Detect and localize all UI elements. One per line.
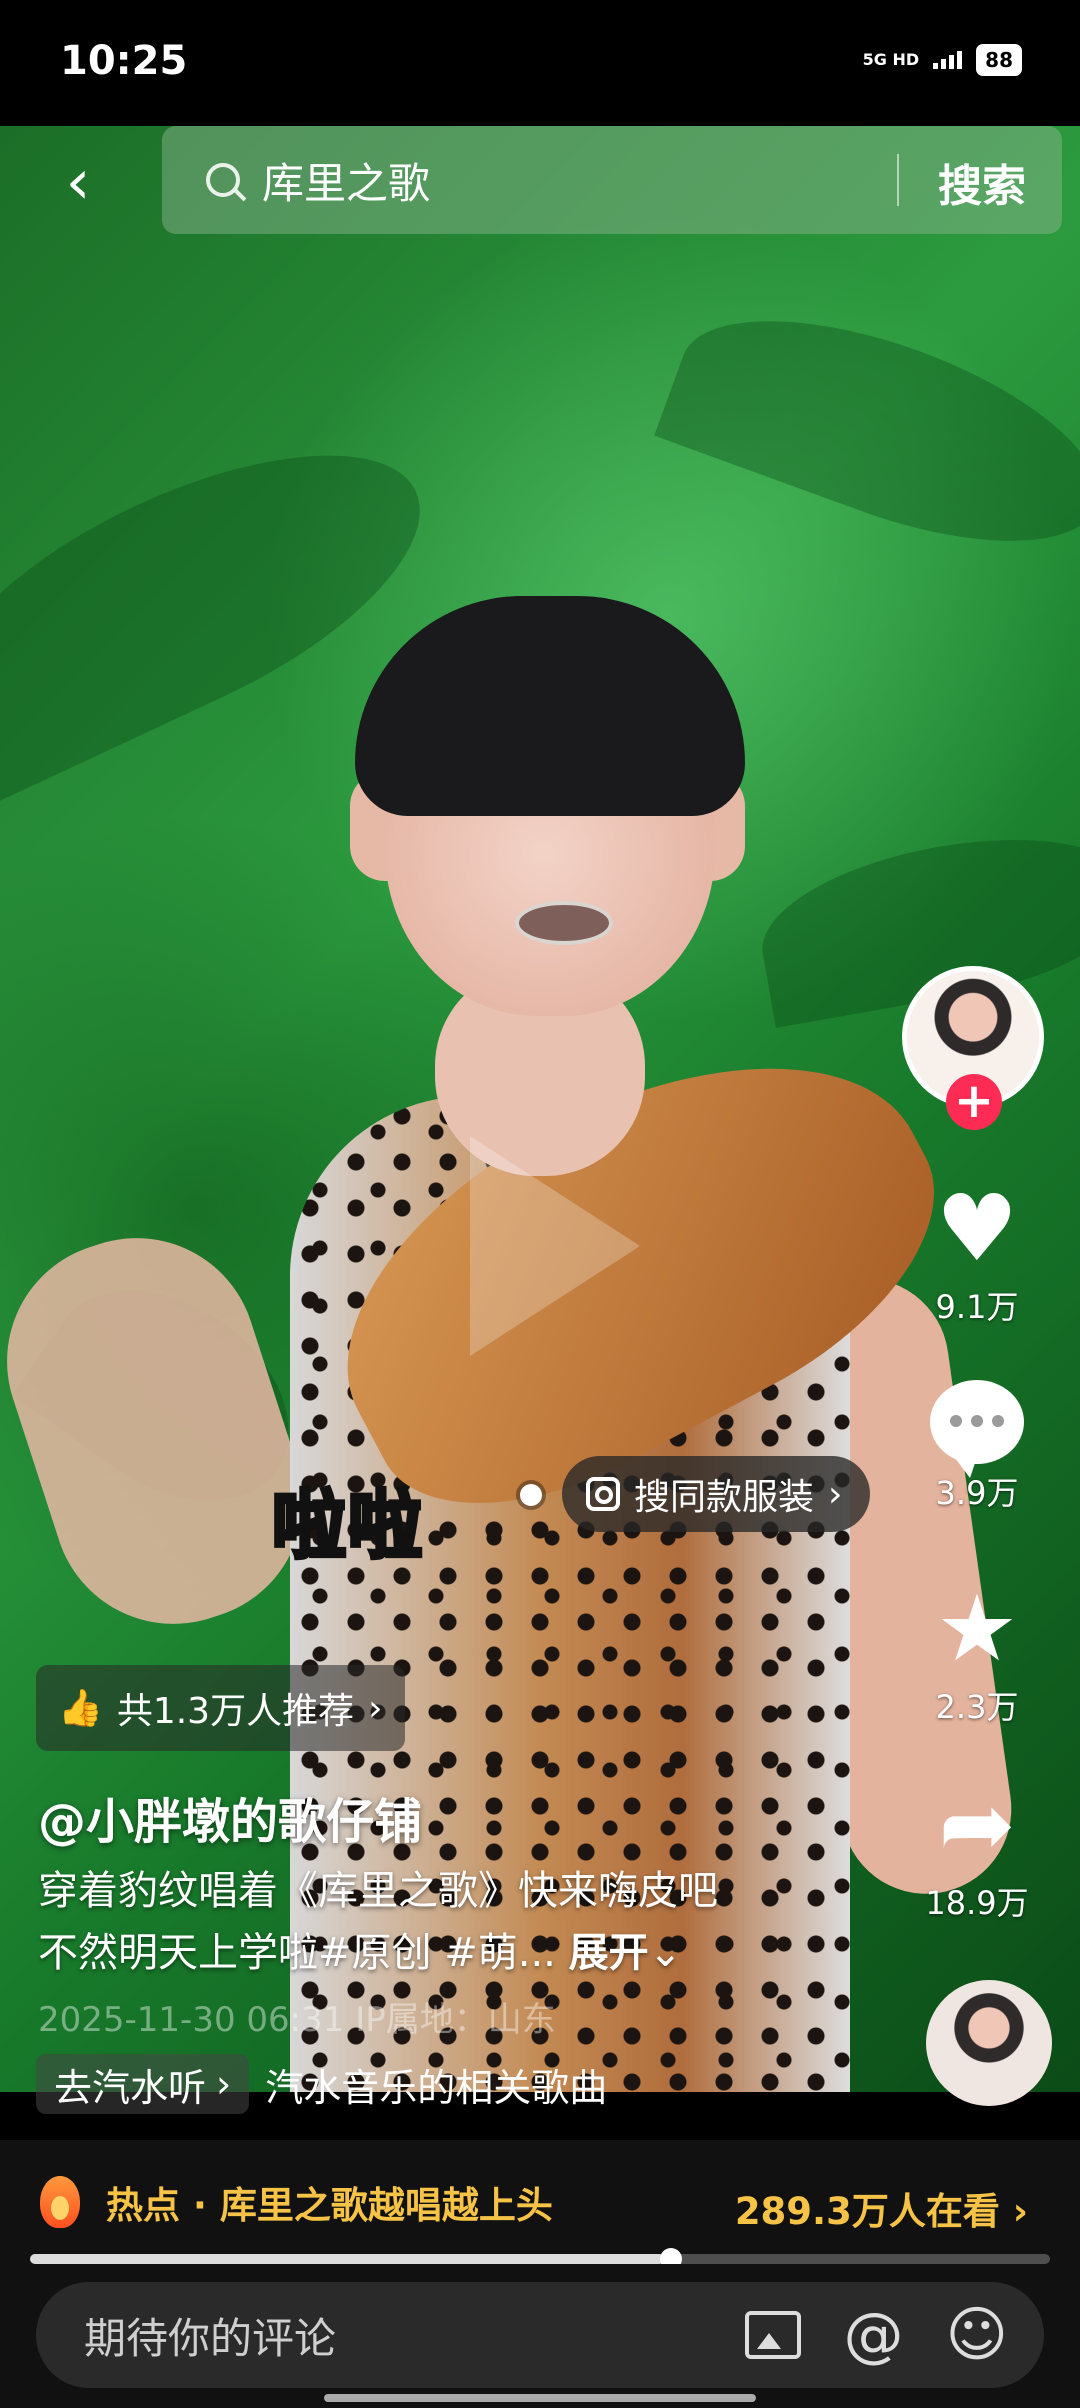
mention-icon[interactable]: @ [843, 2305, 903, 2365]
comment-icon [930, 1380, 1024, 1478]
network-label: 5G HD [862, 50, 920, 69]
follow-button[interactable]: + [946, 1074, 1002, 1130]
music-chip-label: 去汽水听 [54, 2065, 207, 2110]
flame-icon [40, 2176, 80, 2228]
video-progress-bar[interactable] [30, 2248, 1050, 2270]
music-row[interactable]: 去汽水听 › 汽水音乐的相关歌曲 [36, 2054, 607, 2114]
recommend-label: 共1.3万人推荐 [116, 1691, 355, 1732]
comment-tools: @ ☺ [745, 2300, 1008, 2370]
heart-icon: ♥ [935, 1175, 1019, 1282]
ip-location: IP属地：山东 [355, 2000, 556, 2040]
comment-button[interactable]: 3.9万 [902, 1380, 1052, 1514]
chevron-right-icon: › [1012, 2190, 1028, 2233]
search-query: 库里之歌 [262, 158, 431, 208]
comment-input[interactable]: 期待你的评论 @ ☺ [36, 2282, 1044, 2388]
hair [355, 596, 745, 816]
like-button[interactable]: ♥ 9.1万 [902, 1180, 1052, 1328]
left-arm [0, 1206, 335, 1656]
play-overlay-icon[interactable] [470, 1136, 640, 1356]
music-title: 汽水音乐的相关歌曲 [265, 2065, 608, 2110]
signal-icon [933, 51, 963, 69]
hot-topic-label: 热点 · 库里之歌越唱越上头 [106, 2184, 553, 2227]
status-icons: 5G HD 88 [863, 44, 1022, 76]
back-button[interactable]: ‹ [48, 145, 108, 218]
favorite-count: 2.3万 [935, 1688, 1019, 1726]
comment-placeholder: 期待你的评论 [84, 2313, 337, 2363]
video-description[interactable]: 穿着豹纹唱着《库里之歌》快来嗨皮吧 不然明天上学啦#原创 #萌... 展开⌄ [38, 1860, 818, 1984]
recommend-chip[interactable]: 👍 共1.3万人推荐 › [36, 1665, 405, 1751]
share-count: 18.9万 [925, 1884, 1029, 1922]
home-indicator [324, 2394, 756, 2402]
status-bar: 10:25 5G HD 88 [0, 0, 1080, 126]
chevron-right-icon: › [216, 2062, 232, 2106]
chevron-right-icon: › [828, 1473, 843, 1515]
shop-tag-label: 搜同款服装 [634, 1477, 815, 1518]
author-name[interactable]: @小胖墩的歌仔铺 [38, 1782, 422, 1852]
same-outfit-search-button[interactable]: 搜同款服装 › [562, 1456, 871, 1532]
description-line-2: 不然明天上学啦#原创 #萌... [38, 1930, 556, 1976]
status-time: 10:25 [60, 38, 188, 84]
back-arrow-icon: ‹ [65, 145, 91, 218]
image-icon[interactable] [745, 2311, 802, 2359]
chevron-right-icon: › [368, 1687, 383, 1729]
search-button[interactable]: 搜索 [938, 150, 1026, 214]
video-caption: 啦啦 [270, 1481, 424, 1571]
like-count: 9.1万 [935, 1288, 1019, 1326]
shop-hotspot-dot[interactable] [520, 1484, 542, 1506]
viewer-count-text: 289.3万人在看 [734, 2190, 1000, 2233]
favorite-button[interactable]: ★ 2.3万 [902, 1580, 1052, 1728]
open-qishui-button[interactable]: 去汽水听 › [36, 2054, 250, 2114]
emoji-icon[interactable]: ☺ [945, 2305, 1008, 2365]
post-date: 2025-11-30 06:31 [38, 2000, 345, 2040]
viewer-count: 289.3万人在看 › [735, 2181, 1028, 2235]
search-icon [206, 163, 240, 197]
description-line-1: 穿着豹纹唱着《库里之歌》快来嗨皮吧 [38, 1868, 718, 1914]
chevron-down-icon: ⌄ [648, 1930, 683, 1976]
comment-bar: 期待你的评论 @ ☺ [0, 2264, 1080, 2408]
progress-fill [30, 2254, 664, 2264]
music-disc[interactable] [926, 1980, 1052, 2106]
scan-icon [586, 1477, 620, 1511]
search-row: ‹ 库里之歌 搜索 [0, 126, 1080, 238]
hot-topic-bar[interactable]: 热点 · 库里之歌越唱越上头 289.3万人在看 › [0, 2140, 1080, 2264]
expand-button[interactable]: 展开 [569, 1930, 649, 1976]
share-button[interactable]: ➦ 18.9万 [902, 1776, 1052, 1924]
star-icon: ★ [935, 1575, 1019, 1682]
mouth [515, 901, 613, 945]
post-meta: 2025-11-30 06:31 IP属地：山东 [38, 1992, 556, 2041]
search-input[interactable]: 库里之歌 搜索 [162, 126, 1062, 234]
thumbs-up-icon: 👍 [58, 1688, 103, 1729]
battery-icon: 88 [976, 44, 1022, 76]
search-divider [897, 154, 899, 206]
share-icon: ➦ [938, 1771, 1016, 1878]
